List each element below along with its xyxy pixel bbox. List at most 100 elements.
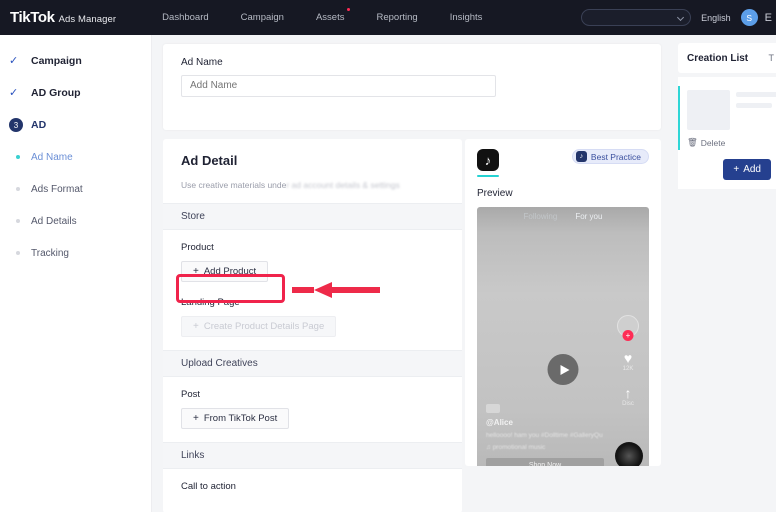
creation-list-title: Creation List	[687, 52, 749, 64]
tiktok-ads-manager-window: TikTok Ads Manager Dashboard Campaign As…	[0, 0, 776, 512]
sponsored-tag	[486, 404, 500, 414]
sidebar-step-campaign[interactable]: ✓ Campaign	[0, 45, 151, 77]
create-pdp-label: Create Product Details Page	[203, 321, 325, 332]
store-section-body: Product + Add Product Landing Page + Cre…	[163, 230, 462, 350]
sidebar-step-ad-group[interactable]: ✓ AD Group	[0, 77, 151, 109]
shop-now-button[interactable]: Shop Now	[486, 458, 604, 466]
nav-label: Dashboard	[162, 12, 209, 23]
ad-name-card: Ad Name	[163, 44, 661, 130]
preview-column: ♪ ♪ Best Practice Preview Following For …	[465, 139, 661, 512]
add-product-button[interactable]: + Add Product	[181, 261, 269, 282]
bullet-icon	[16, 155, 20, 159]
add-button[interactable]: + Add	[723, 159, 771, 180]
follow-plus-icon: +	[622, 330, 634, 341]
bullet-icon	[16, 187, 20, 191]
play-button[interactable]	[547, 354, 579, 385]
delete-label: Delete	[700, 137, 726, 148]
ad-detail-card: Ad Detail Use creative materials under a…	[163, 139, 462, 512]
sidebar-item-ads-format[interactable]: Ads Format	[0, 173, 151, 205]
trash-icon: 🗑	[687, 137, 698, 147]
from-tiktok-post-label: From TikTok Post	[203, 413, 278, 424]
ad-detail-title: Ad Detail	[181, 153, 238, 168]
creation-list-body: 🗑 Delete + Add	[678, 77, 776, 189]
post-label: Post	[181, 389, 201, 400]
plus-icon: +	[193, 321, 199, 332]
add-label: Add	[743, 164, 761, 175]
step-number-badge: 3	[9, 118, 23, 132]
add-button-row: + Add	[678, 152, 776, 180]
bullet-icon	[16, 219, 20, 223]
phone-feed-tabs: Following For you	[477, 212, 649, 221]
creation-list-panel: Creation List T 🗑 Delete + Add	[671, 35, 776, 512]
ad-detail-header: Ad Detail Use creative materials under a…	[163, 139, 462, 203]
sidebar-item-tracking[interactable]: Tracking	[0, 237, 151, 269]
nav-item-campaign[interactable]: Campaign	[225, 12, 300, 23]
call-to-action-label: Call to action	[181, 481, 236, 492]
post-caption: helloooo! ham you #Dolltime #GalleryQu	[486, 432, 603, 440]
add-product-label: Add Product	[203, 266, 257, 277]
sidebar-item-ad-details[interactable]: Ad Details	[0, 205, 151, 237]
nav-label: Insights	[449, 12, 483, 23]
desc-blurred-text: r ad account details & settings	[286, 180, 400, 190]
creation-list-item[interactable]: 🗑 Delete	[678, 84, 776, 152]
desc-visible-text: Use creative materials unde	[181, 180, 287, 190]
phone-preview: Following For you + ♥ 12K ↑ Disc @Alice …	[477, 207, 649, 466]
brand-name: TikTok	[10, 9, 55, 26]
placeholder-line	[736, 92, 776, 97]
tiktok-mini-icon: ♪	[575, 151, 587, 162]
creation-list-header: Creation List T	[678, 43, 776, 73]
delete-button[interactable]: 🗑 Delete	[687, 137, 768, 148]
tab-following[interactable]: Following	[524, 212, 558, 221]
tab-for-you[interactable]: For you	[575, 212, 602, 221]
nav-item-assets[interactable]: Assets	[300, 8, 361, 23]
nav-item-insights[interactable]: Insights	[434, 12, 499, 23]
preview-platform-tab[interactable]: ♪	[477, 149, 501, 177]
nav-item-dashboard[interactable]: Dashboard	[146, 12, 224, 23]
like-icon[interactable]: ♥	[615, 351, 641, 365]
music-disc-icon	[615, 442, 643, 466]
plus-icon: +	[193, 413, 199, 424]
bullet-icon	[16, 251, 20, 255]
share-label: Disc	[622, 401, 634, 407]
sidebar-item-ad-name[interactable]: Ad Name	[0, 141, 151, 173]
brand-logo[interactable]: TikTok Ads Manager	[10, 9, 116, 26]
nav-label: Reporting	[376, 12, 418, 23]
account-select-dropdown[interactable]	[581, 9, 692, 26]
brand-subtitle: Ads Manager	[58, 14, 117, 25]
header-overflow-glyph[interactable]: E	[765, 12, 772, 24]
creator-avatar[interactable]: +	[617, 315, 639, 341]
main-content: Ad Name Ad Detail Use creative materials…	[152, 35, 671, 512]
from-tiktok-post-button[interactable]: + From TikTok Post	[181, 408, 290, 429]
sidebar-step-ad[interactable]: 3 AD	[0, 109, 151, 141]
plus-icon: +	[733, 164, 740, 175]
sidebar-item-label: Ad Details	[31, 215, 77, 227]
check-icon: ✓	[9, 86, 19, 99]
language-selector[interactable]: English	[701, 13, 731, 23]
chevron-down-icon	[677, 13, 685, 22]
music-label: ♫ promotional music	[486, 444, 604, 451]
like-count: 12K	[622, 366, 634, 372]
left-sidebar: ✓ Campaign ✓ AD Group 3 AD Ad Name Ads F…	[0, 35, 152, 512]
sidebar-item-label: Ad Name	[31, 151, 73, 163]
nav-right-group: English S E	[581, 0, 776, 35]
nav-item-reporting[interactable]: Reporting	[360, 12, 433, 23]
phone-caption-block: @Alice helloooo! ham you #Dolltime #Gall…	[486, 404, 604, 466]
play-icon	[560, 364, 569, 375]
best-practice-badge[interactable]: ♪ Best Practice	[571, 149, 649, 164]
sidebar-step-label: AD Group	[31, 87, 81, 99]
create-product-details-page-button[interactable]: + Create Product Details Page	[181, 316, 337, 337]
upload-creatives-band: Upload Creatives	[163, 350, 462, 377]
tiktok-icon: ♪	[477, 149, 499, 171]
notification-dot-icon	[347, 8, 351, 11]
creator-username: @Alice	[486, 418, 513, 428]
user-avatar[interactable]: S	[740, 9, 758, 26]
creative-thumbnail	[687, 90, 730, 130]
creation-list-tab-truncated[interactable]: T	[769, 53, 776, 63]
ad-name-input[interactable]	[181, 75, 496, 97]
preview-label: Preview	[477, 188, 513, 199]
preview-card: ♪ ♪ Best Practice Preview Following For …	[465, 139, 661, 466]
music-name: promotional music	[492, 444, 546, 451]
share-icon[interactable]: ↑	[615, 386, 641, 400]
store-section-band: Store	[163, 203, 462, 230]
check-icon: ✓	[9, 54, 19, 67]
